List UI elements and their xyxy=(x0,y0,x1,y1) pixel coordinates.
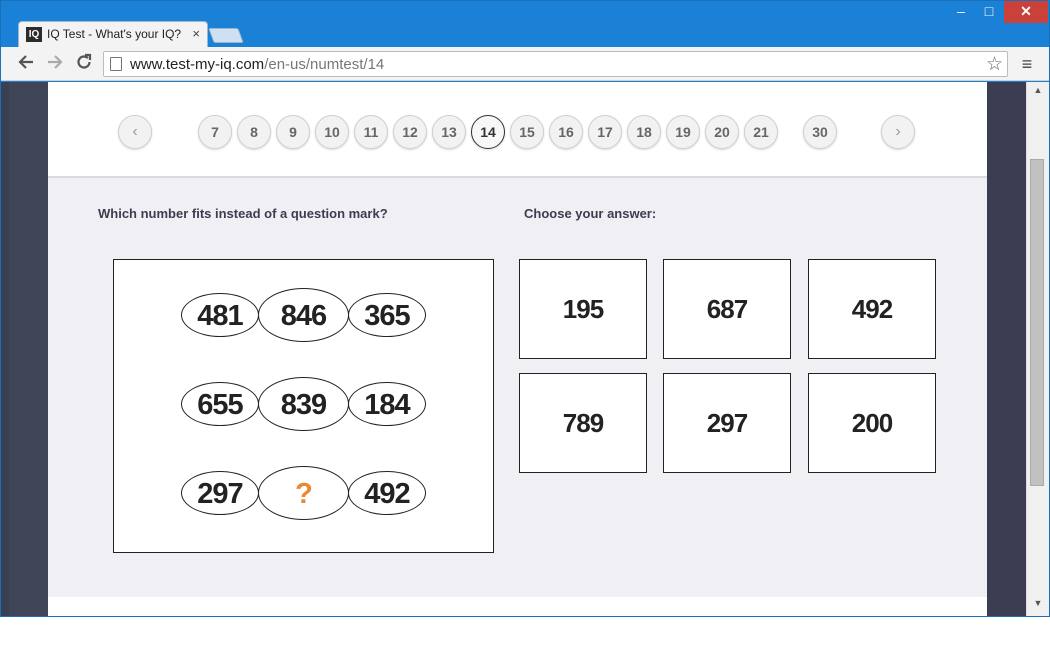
pager-page-button[interactable]: 20 xyxy=(705,115,739,149)
browser-window: IQ IQ Test - What's your IQ? × – □ ✕ www… xyxy=(0,0,1050,617)
maximize-button[interactable]: □ xyxy=(976,1,1002,23)
test-content: ‹ 7 8 9 10 11 12 13 14 15 16 17 18 19 20 21 30 › Which … xyxy=(48,82,987,616)
url-host: www.test-my-iq.com xyxy=(130,56,265,73)
puzzle-number-cell: 184 xyxy=(348,382,426,426)
answer-option[interactable]: 789 xyxy=(519,373,647,473)
pager-page-button[interactable]: 8 xyxy=(237,115,271,149)
title-bar: IQ IQ Test - What's your IQ? × – □ ✕ xyxy=(1,1,1049,47)
pager-page-button[interactable]: 9 xyxy=(276,115,310,149)
puzzle-number-cell: 655 xyxy=(181,382,259,426)
reload-icon[interactable] xyxy=(73,53,95,75)
pager-page-button[interactable]: 7 xyxy=(198,115,232,149)
footer-strip xyxy=(48,597,987,616)
question-prompt: Which number fits instead of a question … xyxy=(98,206,388,221)
page-viewport: ‹ 7 8 9 10 11 12 13 14 15 16 17 18 19 20 21 30 › Which … xyxy=(1,82,1049,616)
pager-page-button[interactable]: 12 xyxy=(393,115,427,149)
tab-close-icon[interactable]: × xyxy=(192,26,200,41)
url-path: /en-us/numtest/14 xyxy=(264,56,385,73)
pager-page-button[interactable]: 17 xyxy=(588,115,622,149)
answer-option[interactable]: 687 xyxy=(663,259,791,359)
puzzle-number-cell: 492 xyxy=(348,471,426,515)
question-pager: ‹ 7 8 9 10 11 12 13 14 15 16 17 18 19 20 21 30 › xyxy=(48,82,987,178)
pager-page-button[interactable]: 18 xyxy=(627,115,661,149)
pager-next-button[interactable]: › xyxy=(881,115,915,149)
pager-page-button[interactable]: 15 xyxy=(510,115,544,149)
address-bar[interactable]: www.test-my-iq.com/en-us/numtest/14 ☆ xyxy=(103,51,1008,77)
pager-page-button[interactable]: 11 xyxy=(354,115,388,149)
answer-option[interactable]: 297 xyxy=(663,373,791,473)
pager-page-button[interactable]: 10 xyxy=(315,115,349,149)
forward-arrow-icon[interactable] xyxy=(44,53,66,75)
background-right xyxy=(987,82,1026,616)
new-tab-button[interactable] xyxy=(208,28,244,43)
pager-page-button[interactable]: 19 xyxy=(666,115,700,149)
vertical-scrollbar[interactable]: ▲ ▼ xyxy=(1026,82,1049,616)
back-arrow-icon[interactable] xyxy=(15,53,37,75)
browser-toolbar: www.test-my-iq.com/en-us/numtest/14 ☆ ≡ xyxy=(1,47,1049,81)
answer-option[interactable]: 200 xyxy=(808,373,936,473)
pager-prev-button[interactable]: ‹ xyxy=(118,115,152,149)
browser-tab[interactable]: IQ IQ Test - What's your IQ? × xyxy=(18,21,208,47)
question-mark-cell: ? xyxy=(258,466,349,520)
answer-prompt: Choose your answer: xyxy=(524,206,657,221)
tab-title: IQ Test - What's your IQ? xyxy=(47,27,182,41)
puzzle-number-cell: 365 xyxy=(348,293,426,337)
background-left xyxy=(9,82,49,616)
page-icon xyxy=(110,57,122,71)
url-text[interactable]: www.test-my-iq.com/en-us/numtest/14 xyxy=(130,56,384,73)
puzzle-number-cell: 481 xyxy=(181,293,259,337)
scroll-down-arrow-icon[interactable]: ▼ xyxy=(1027,595,1049,612)
pager-page-button[interactable]: 13 xyxy=(432,115,466,149)
star-icon[interactable]: ☆ xyxy=(986,53,1003,76)
close-window-button[interactable]: ✕ xyxy=(1004,1,1048,23)
scroll-up-arrow-icon[interactable]: ▲ xyxy=(1027,82,1049,99)
puzzle-number-cell: 846 xyxy=(258,288,349,342)
puzzle-number-cell: 297 xyxy=(181,471,259,515)
puzzle-panel: 481 846 365 655 839 184 297? 492 xyxy=(113,259,494,553)
favicon-icon: IQ xyxy=(26,27,42,42)
pager-page-button[interactable]: 16 xyxy=(549,115,583,149)
puzzle-number-cell: 839 xyxy=(258,377,349,431)
scrollbar-thumb[interactable] xyxy=(1030,159,1044,486)
hamburger-menu-icon[interactable]: ≡ xyxy=(1017,53,1037,75)
pager-page-button[interactable]: 21 xyxy=(744,115,778,149)
answer-option[interactable]: 492 xyxy=(808,259,936,359)
pager-page-button[interactable]: 14 xyxy=(471,115,505,149)
pager-page-button[interactable]: 30 xyxy=(803,115,837,149)
answer-option[interactable]: 195 xyxy=(519,259,647,359)
minimize-button[interactable]: – xyxy=(947,1,975,23)
